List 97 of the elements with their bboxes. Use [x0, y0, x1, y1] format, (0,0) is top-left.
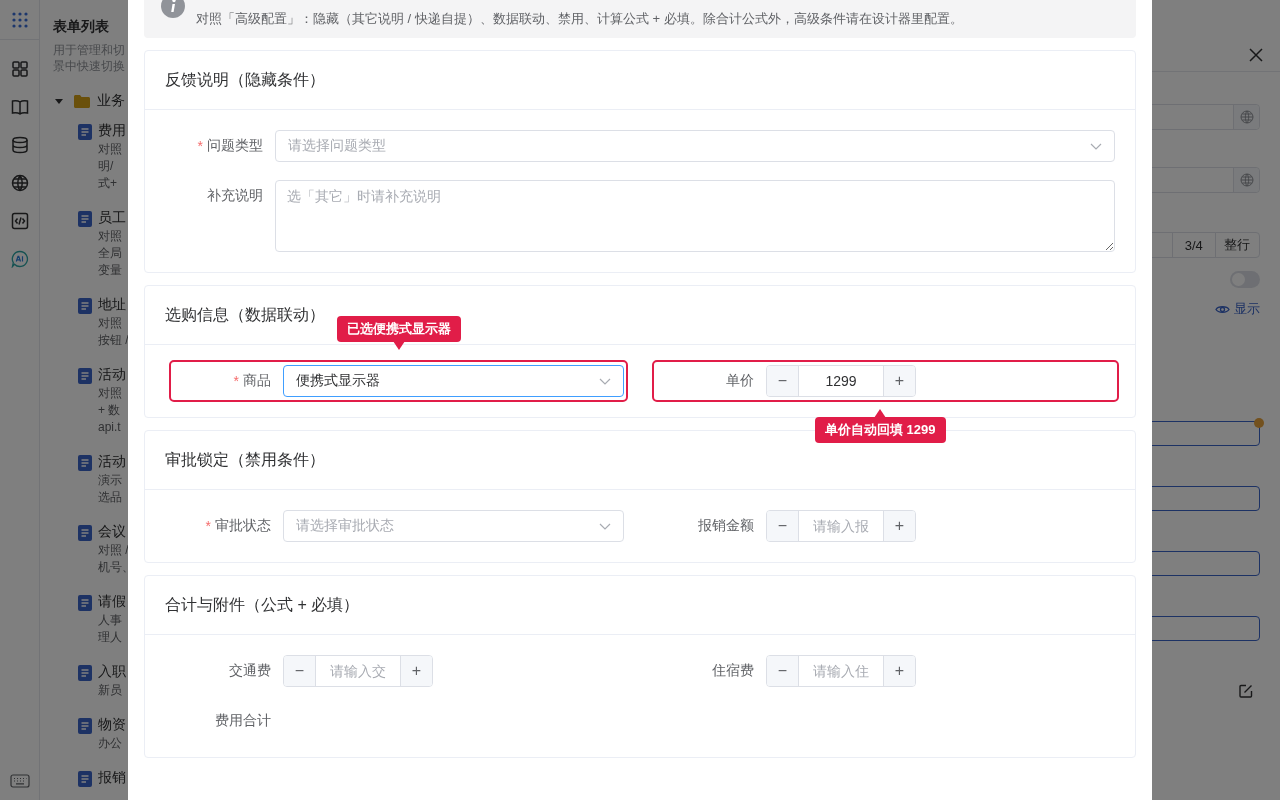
form-item-description: 机号、 [98, 559, 128, 576]
decrement-button[interactable]: − [284, 656, 316, 686]
form-item-description: 式+ [98, 175, 117, 192]
form-item-title[interactable]: 物资 [98, 714, 126, 735]
increment-button[interactable]: + [883, 511, 915, 541]
form-item-title[interactable]: 活动 [98, 451, 126, 472]
globe-icon[interactable] [10, 174, 29, 192]
form-item-description: api.t [98, 419, 121, 436]
decrement-button[interactable]: − [767, 656, 799, 686]
section-title: 合计与附件（公式 + 必填） [165, 594, 360, 615]
field-label: 补充说明 [207, 187, 263, 205]
eye-icon [1215, 303, 1230, 315]
form-item-description: 理人 [98, 629, 122, 646]
folder-label[interactable]: 业务 [97, 92, 125, 110]
select-field[interactable]: 请选择问题类型 [275, 130, 1115, 162]
number-stepper[interactable]: − 请输入住 + [766, 655, 916, 687]
form-item-title[interactable]: 费用 [98, 120, 126, 141]
document-icon [78, 525, 92, 541]
required-mark: * [233, 373, 239, 389]
field-label: 单价 [726, 372, 754, 390]
visibility-link[interactable]: 显示 [1215, 301, 1260, 317]
panel-title: 表单列表 [53, 17, 109, 36]
section-title: 选购信息（数据联动） [165, 304, 325, 325]
section-title: 审批锁定（禁用条件） [165, 449, 325, 470]
form-item-description: 选品 [98, 489, 122, 506]
code-icon[interactable] [10, 212, 29, 230]
field-label: 商品 [243, 372, 271, 390]
width-option[interactable]: 整行 [1214, 232, 1260, 258]
globe-icon [1239, 110, 1254, 124]
document-icon [78, 211, 92, 227]
grid-icon[interactable] [10, 60, 29, 78]
edit-icon[interactable] [1239, 684, 1253, 698]
form-item-title[interactable]: 员工 [98, 207, 126, 228]
required-mark: * [197, 138, 203, 154]
form-item-description: 明/ [98, 158, 114, 175]
chevron-down-icon [1090, 142, 1102, 150]
keyboard-icon[interactable] [9, 774, 30, 788]
decrement-button[interactable]: − [767, 366, 799, 396]
increment-button[interactable]: + [883, 366, 915, 396]
document-icon [78, 595, 92, 611]
form-item-description: + 数 [98, 402, 121, 419]
form-item-description: 新员 [98, 682, 122, 699]
increment-button[interactable]: + [883, 656, 915, 686]
required-mark: * [205, 518, 211, 534]
form-item-description: 变量 [98, 262, 122, 279]
field-label: 审批状态 [215, 517, 271, 535]
form-item-title[interactable]: 活动 [98, 364, 126, 385]
folder-icon [74, 94, 90, 108]
database-icon[interactable] [10, 136, 29, 154]
increment-button[interactable]: + [400, 656, 432, 686]
form-item-description: 演示 [98, 472, 122, 489]
document-icon [78, 455, 92, 471]
globe-icon [1239, 173, 1254, 187]
form-item-description: 按钮 / [98, 332, 128, 349]
select-field[interactable]: 便携式显示器 [283, 365, 624, 397]
select-field[interactable]: 请选择审批状态 [283, 510, 624, 542]
section-title: 反馈说明（隐藏条件） [165, 69, 325, 90]
field-label: 费用合计 [215, 712, 271, 730]
form-item-title[interactable]: 请假 [98, 591, 126, 612]
notification-dot [1254, 418, 1264, 428]
number-stepper[interactable]: − 请输入交 + [283, 655, 433, 687]
number-stepper[interactable]: − 请输入报 + [766, 510, 916, 542]
form-item-title[interactable]: 报销 [98, 767, 126, 788]
field-label: 报销金额 [698, 517, 754, 535]
document-icon [78, 124, 92, 140]
field-label: 问题类型 [207, 137, 263, 155]
form-item-title[interactable]: 入职 [98, 661, 126, 682]
textarea-field[interactable]: 选「其它」时请补充说明 [275, 180, 1115, 252]
width-option[interactable]: 3/4 [1171, 232, 1216, 258]
document-icon [78, 718, 92, 734]
form-item-description: 对照 [98, 141, 122, 158]
field-label: 住宿费 [712, 662, 754, 680]
chevron-down-icon [599, 522, 611, 530]
callout-arrow [393, 341, 405, 350]
form-item-description: 办公 [98, 735, 122, 752]
form-item-title[interactable]: 会议 [98, 521, 126, 542]
close-icon[interactable] [1249, 48, 1263, 62]
notice-text: 对照「高级配置」：隐藏（其它说明 / 快递自提）、数据联动、禁用、计算公式 + 必填。除合计公式外，高级条件请在设计器里配置。 [196, 11, 963, 27]
field-label: 交通费 [229, 662, 271, 680]
callout-arrow [874, 409, 887, 418]
form-item-title[interactable]: 地址 [98, 294, 126, 315]
form-item-description: 人事 [98, 612, 122, 629]
form-item-description: 对照 [98, 315, 122, 332]
document-icon [78, 368, 92, 384]
chevron-down-icon [599, 377, 611, 385]
form-item-description: 对照 / [98, 542, 128, 559]
form-item-description: 对照 [98, 385, 122, 402]
form-item-description: 对照 [98, 228, 122, 245]
book-icon[interactable] [10, 98, 29, 116]
form-item-description: 全局 [98, 245, 122, 262]
document-icon [78, 665, 92, 681]
ai-chat-icon[interactable] [10, 250, 29, 268]
document-icon [78, 298, 92, 314]
decrement-button[interactable]: − [767, 511, 799, 541]
document-icon [78, 771, 92, 787]
number-stepper[interactable]: − 1299 + [766, 365, 916, 397]
apps-icon[interactable] [10, 10, 29, 29]
